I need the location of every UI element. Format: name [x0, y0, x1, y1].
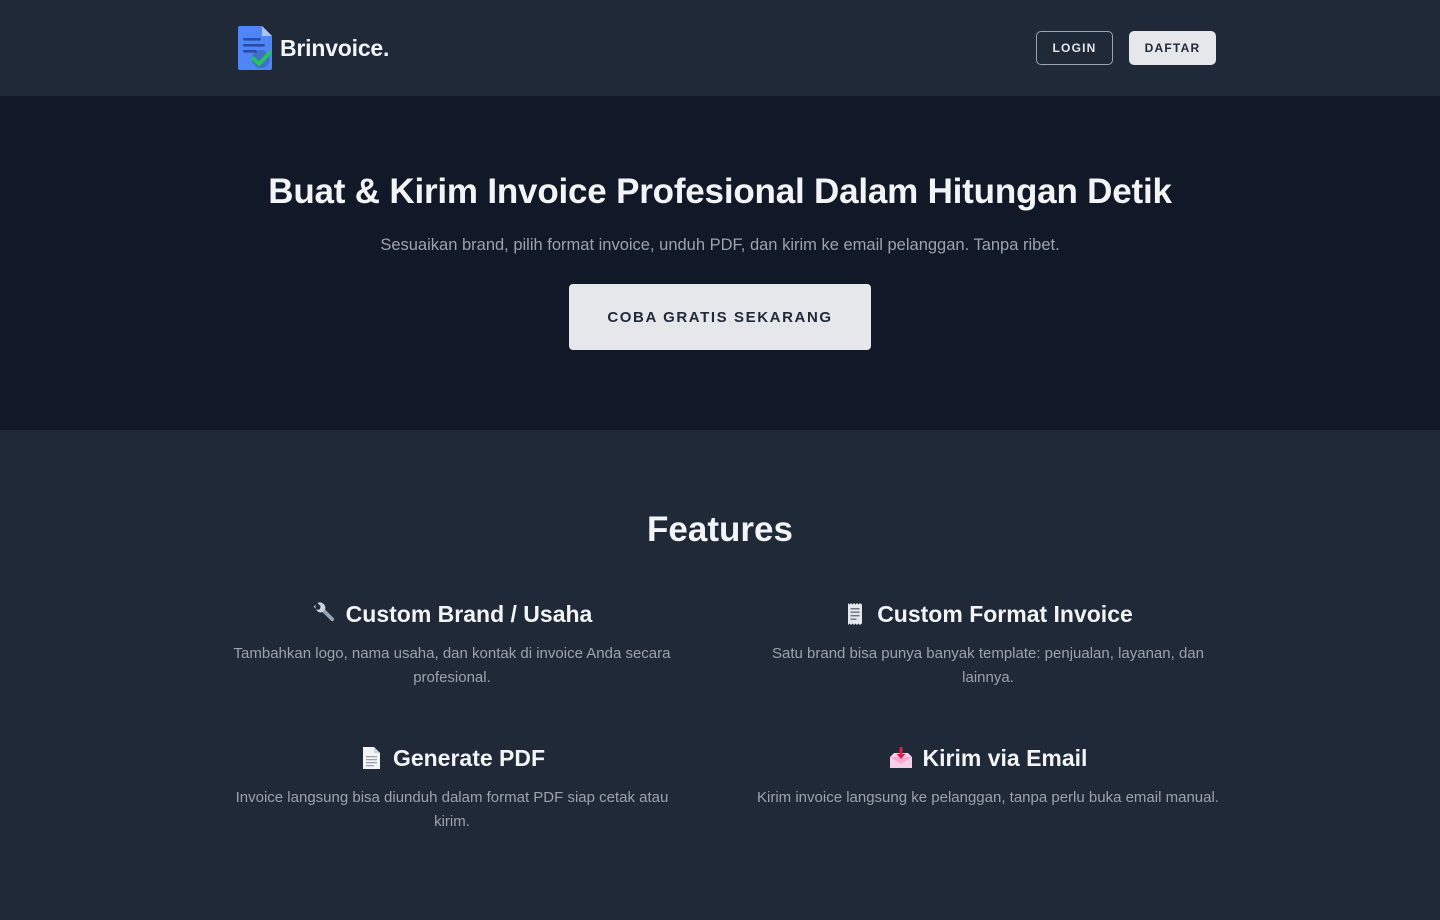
document-icon [362, 747, 380, 769]
hero-subtitle: Sesuaikan brand, pilih format invoice, u… [380, 236, 1060, 254]
feature-title: Kirim via Email [922, 744, 1088, 771]
login-button[interactable]: LOGIN [1036, 31, 1113, 65]
brand-name: Brinvoice. [280, 34, 390, 61]
feature-heading: Generate PDF [192, 742, 712, 774]
site-header: Brinvoice. LOGIN DAFTAR [0, 0, 1440, 96]
feature-heading: Kirim via Email [728, 742, 1248, 774]
feature-description: Satu brand bisa punya banyak template: p… [772, 645, 1204, 686]
feature-title: Custom Format Invoice [877, 600, 1133, 627]
wrench-icon [313, 602, 334, 622]
feature-card-custom-format: Custom Format Invoice Satu brand bisa pu… [728, 598, 1248, 690]
feature-title: Generate PDF [392, 744, 546, 771]
feature-description: Tambahkan logo, nama usaha, dan kontak d… [233, 645, 671, 686]
feature-description: Invoice langsung bisa diunduh dalam form… [235, 789, 669, 830]
hero-section: Buat & Kirim Invoice Profesional Dalam H… [0, 96, 1440, 430]
feature-card-generate-pdf: Generate PDF Invoice langsung bisa diund… [192, 742, 712, 834]
inbox-tray-icon [889, 747, 912, 768]
invoice-logo-icon [238, 26, 272, 70]
feature-card-send-email: Kirim via Email Kirim invoice langsung k… [728, 742, 1248, 810]
features-section: Features Custom Brand / Usaha Tambahkan … [0, 430, 1440, 920]
try-free-button[interactable]: COBA GRATIS SEKARANG [569, 284, 871, 350]
feature-heading: Custom Brand / Usaha [192, 598, 712, 630]
receipt-icon [848, 603, 863, 625]
register-button[interactable]: DAFTAR [1129, 31, 1216, 65]
feature-card-custom-brand: Custom Brand / Usaha Tambahkan logo, nam… [192, 598, 712, 690]
feature-heading: Custom Format Invoice [728, 598, 1248, 630]
features-title: Features [647, 510, 793, 549]
feature-description: Kirim invoice langsung ke pelanggan, tan… [757, 789, 1219, 806]
feature-title: Custom Brand / Usaha [345, 600, 593, 627]
brand-logo[interactable]: Brinvoice. [236, 24, 389, 72]
hero-title: Buat & Kirim Invoice Profesional Dalam H… [268, 172, 1172, 211]
